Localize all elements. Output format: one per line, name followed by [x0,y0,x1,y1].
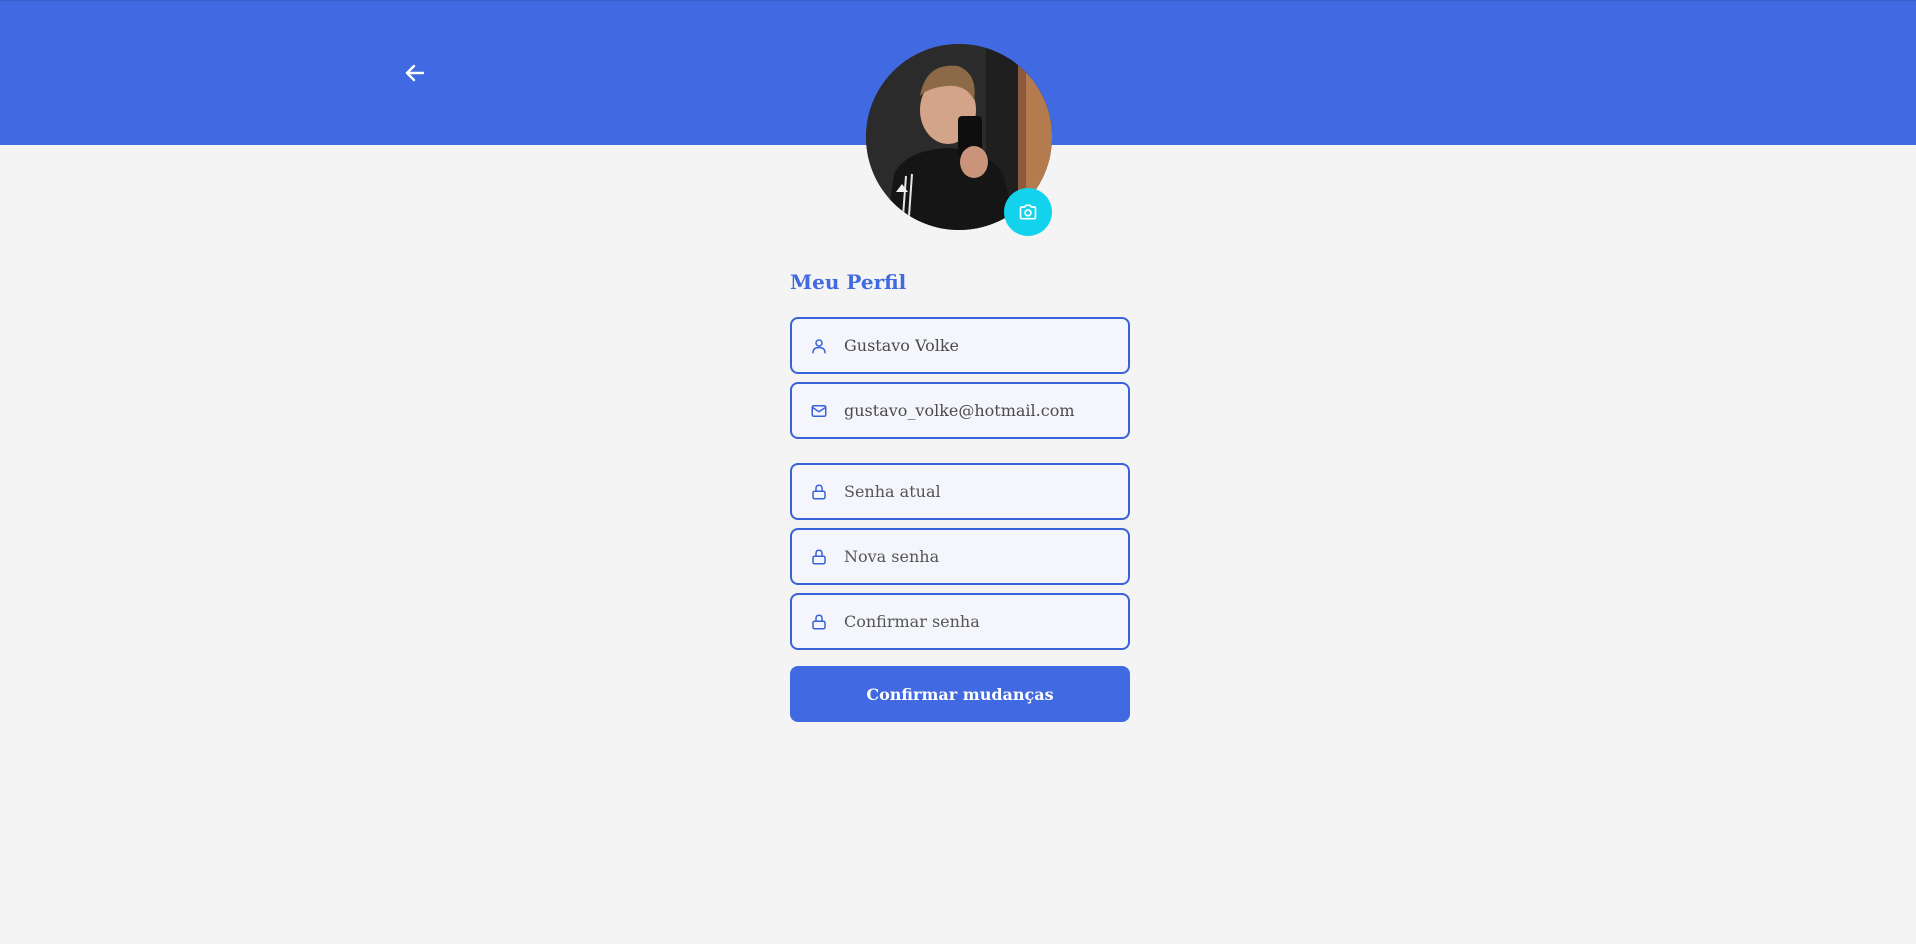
email-field[interactable] [790,382,1130,439]
confirm-password-field[interactable] [790,593,1130,650]
page-title: Meu Perfil [790,270,907,294]
lock-icon [808,481,830,503]
new-password-field[interactable] [790,528,1130,585]
change-photo-button[interactable] [1004,188,1052,236]
current-password-input[interactable] [844,482,1114,501]
confirm-password-input[interactable] [844,612,1114,631]
back-button[interactable] [398,56,432,90]
confirm-changes-button[interactable]: Confirmar mudanças [790,666,1130,722]
current-password-field[interactable] [790,463,1130,520]
arrow-left-icon [405,64,425,82]
avatar-container [866,44,1052,236]
name-input[interactable] [844,336,1114,355]
mail-icon [808,400,830,422]
user-icon [808,335,830,357]
profile-form: Meu Perfil Gustavo Volke gustavo_volke@h… [790,266,1130,722]
new-password-input[interactable] [844,547,1114,566]
lock-icon [808,611,830,633]
name-field[interactable] [790,317,1130,374]
lock-icon [808,546,830,568]
email-input[interactable] [844,401,1114,420]
camera-icon [1019,204,1037,220]
